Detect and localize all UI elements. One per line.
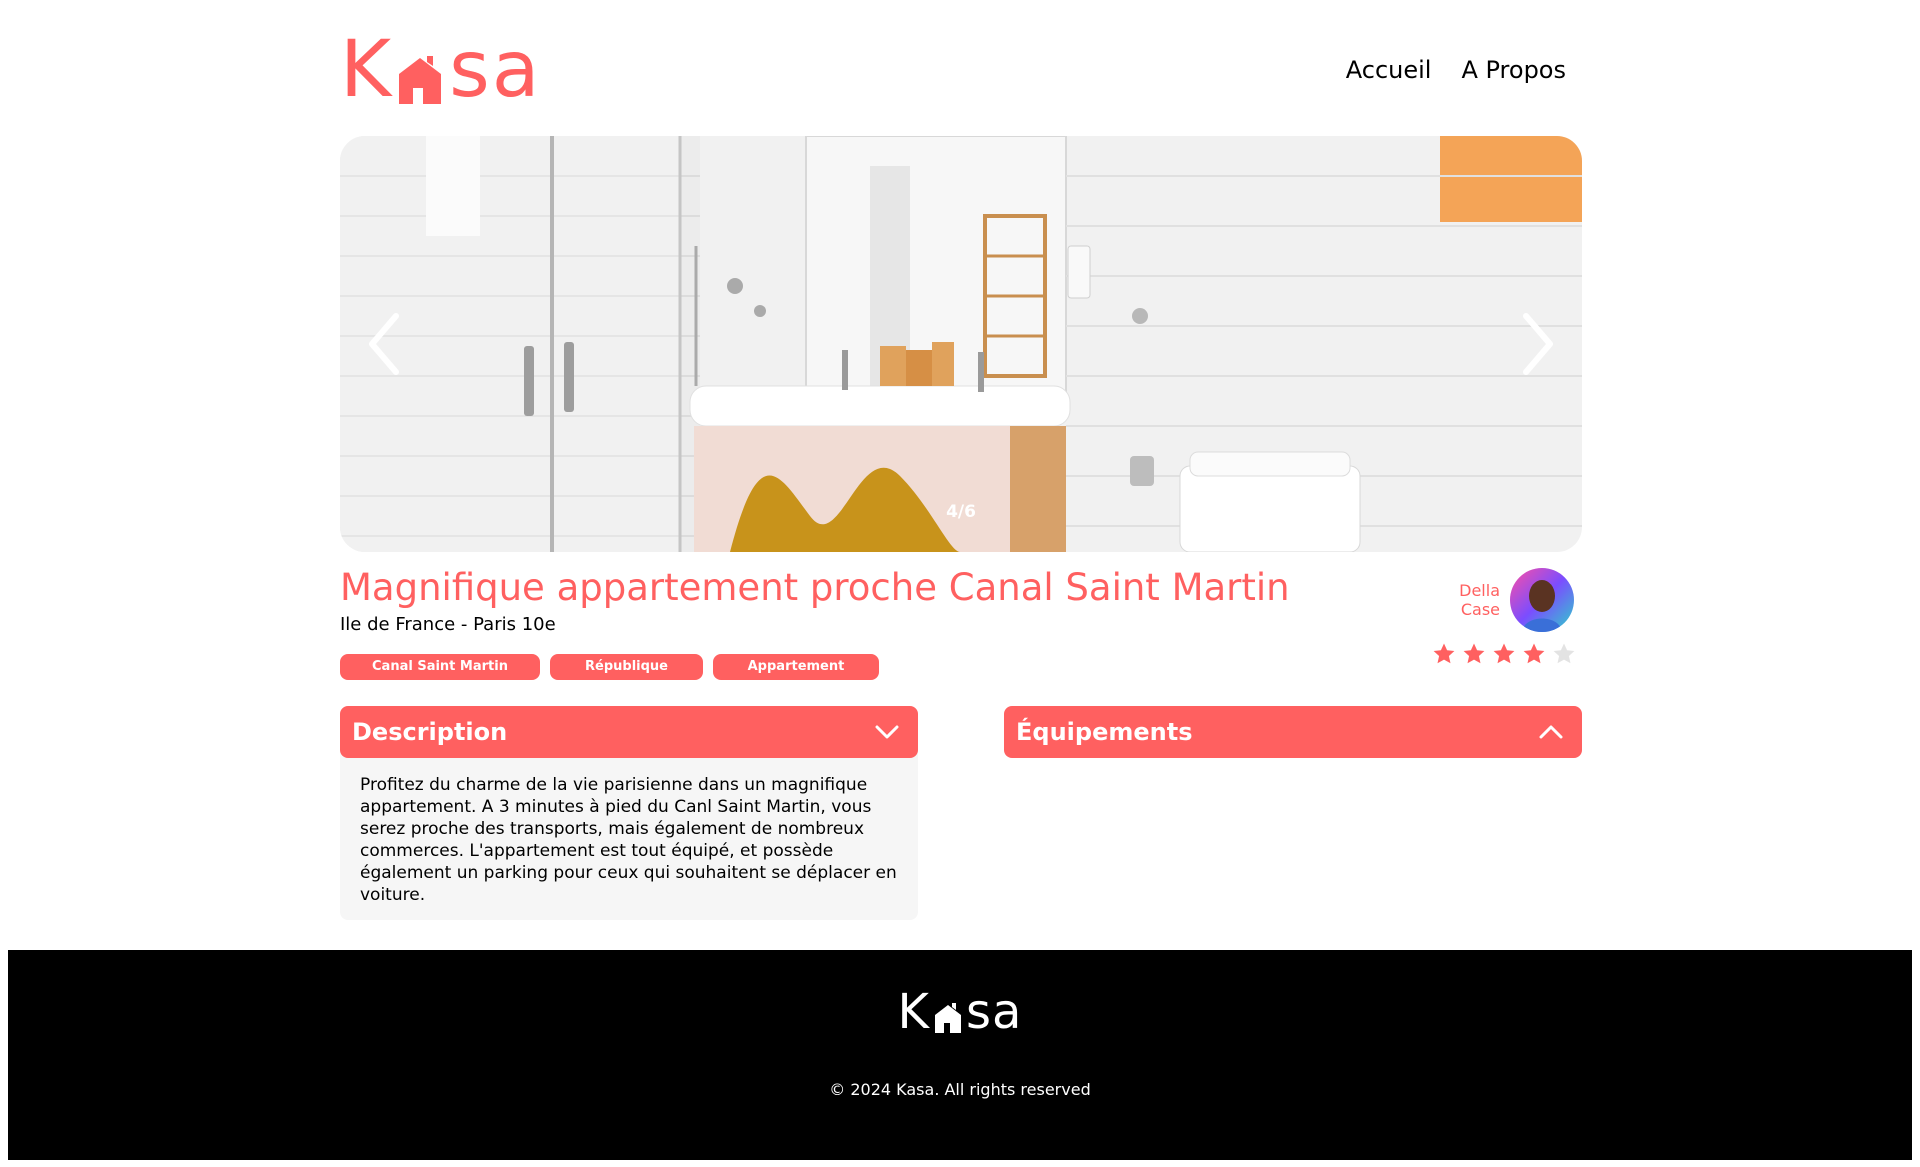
chevron-right-icon[interactable] [1512,308,1562,380]
avatar [1510,568,1574,632]
tag-list: Canal Saint Martin République Appartemen… [340,654,879,680]
host-first-name: Della [1459,581,1500,600]
description-body: Profitez du charme de la vie parisienne … [340,752,918,920]
nav-link-accueil[interactable]: Accueil [1346,56,1432,84]
tag: République [550,654,703,680]
logo-letters-sa: sa [449,25,542,115]
chevron-left-icon[interactable] [360,308,410,380]
house-icon [399,56,442,104]
chevron-down-icon[interactable] [874,720,900,744]
kasa-logo[interactable]: K sa [340,25,542,115]
star-empty-icon [1553,643,1575,664]
footer-logo: K sa [8,984,1912,1040]
footer-logo-letters-sa: sa [966,984,1023,1040]
description-collapse: Description Profitez du charme de la vie… [340,706,918,920]
star-filled-icon [1523,643,1545,664]
house-icon [935,1003,962,1033]
rating-stars [1432,642,1576,666]
listing-photo [340,136,1582,552]
star-filled-icon [1493,643,1515,664]
star-filled-icon [1463,643,1485,664]
equipements-collapse: Équipements [1004,706,1582,758]
chevron-up-icon[interactable] [1538,720,1564,744]
tag: Appartement [713,654,879,680]
listing-title: Magnifique appartement proche Canal Sain… [340,566,1290,609]
header: K sa Accueil A Propos [340,25,1582,115]
host-info: Della Case [1450,568,1574,632]
listing-location: Ile de France - Paris 10e [340,614,556,635]
footer-logo-letter-k: K [897,984,931,1040]
copyright-text: © 2024 Kasa. All rights reserved [829,1080,1091,1099]
footer: K sa © 2024 Kasa. All rights reserved [8,950,1912,1160]
host-name: Della Case [1450,581,1500,619]
equipements-toggle[interactable]: Équipements [1004,706,1582,758]
nav-link-a-propos[interactable]: A Propos [1461,56,1566,84]
equipements-title: Équipements [1016,718,1193,746]
description-toggle[interactable]: Description [340,706,918,758]
image-carousel: 4/6 [340,136,1582,552]
logo-letter-k: K [340,25,394,115]
slide-counter: 4/6 [946,502,976,522]
host-last-name: Case [1460,600,1500,619]
main-nav: Accueil A Propos [1346,56,1566,84]
tag: Canal Saint Martin [340,654,540,680]
description-title: Description [352,718,508,746]
star-filled-icon [1433,643,1455,664]
